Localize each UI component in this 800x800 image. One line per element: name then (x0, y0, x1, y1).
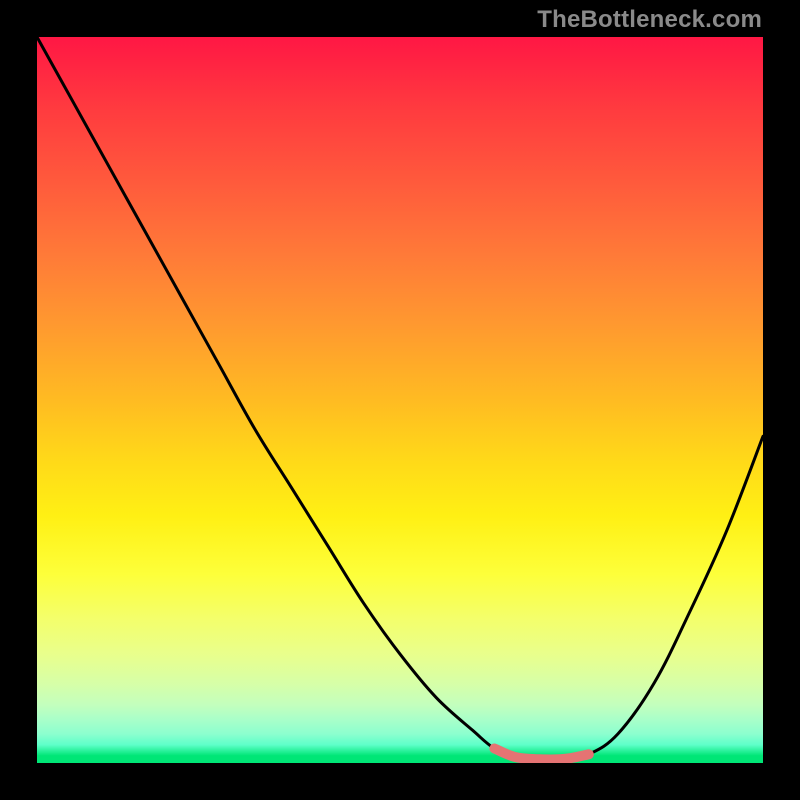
bottleneck-curve (37, 37, 763, 760)
watermark-text: TheBottleneck.com (537, 6, 762, 34)
curve-svg (37, 37, 763, 763)
chart-frame: TheBottleneck.com (0, 0, 800, 800)
optimal-range-highlight (494, 749, 588, 760)
plot-area (37, 37, 763, 763)
